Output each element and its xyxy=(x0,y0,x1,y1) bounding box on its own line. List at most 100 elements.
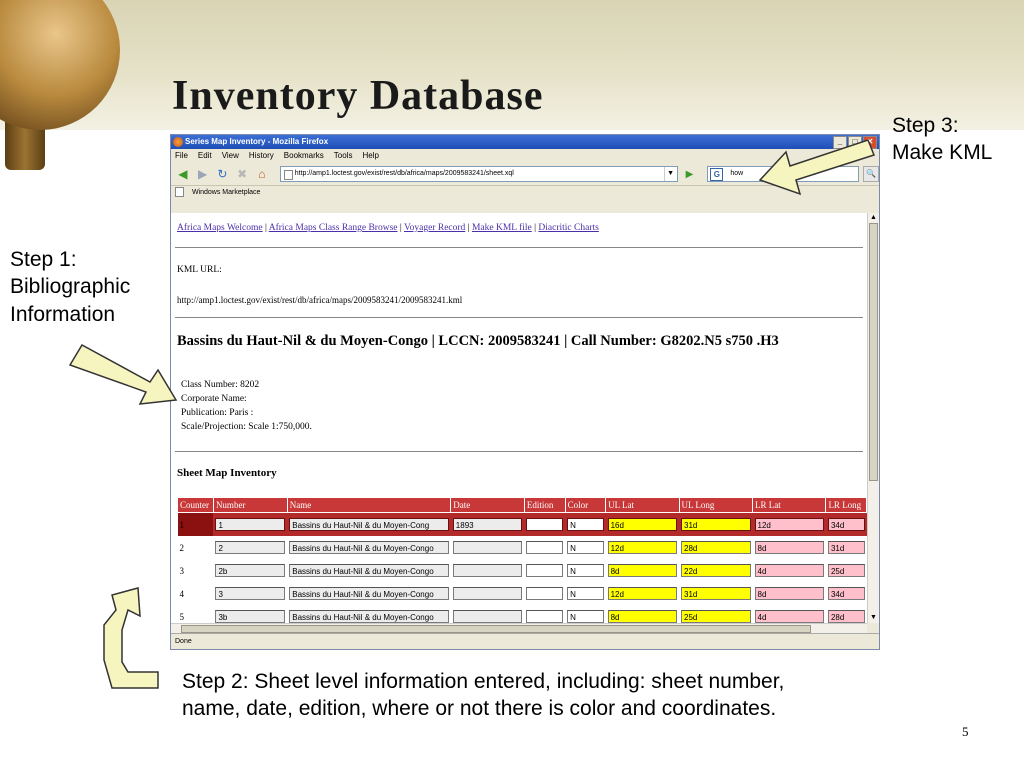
date-input[interactable] xyxy=(452,587,523,600)
maximize-button[interactable]: □ xyxy=(848,136,862,149)
vertical-scroll-thumb[interactable] xyxy=(869,223,878,481)
link-diacritic-charts[interactable]: Diacritic Charts xyxy=(538,223,598,233)
edition-input[interactable] xyxy=(526,541,564,554)
color-input[interactable]: N xyxy=(567,518,604,531)
cell-color: N xyxy=(565,512,606,536)
scroll-down-icon[interactable]: ▼ xyxy=(869,614,878,622)
horizontal-scroll-thumb[interactable] xyxy=(181,625,811,633)
date-input[interactable] xyxy=(452,564,523,577)
menu-bookmarks[interactable]: Bookmarks xyxy=(284,149,324,163)
menu-history[interactable]: History xyxy=(249,149,274,163)
table-row: 2 2 Bassins du Haut-Nil & du Moyen-Congo N 1… xyxy=(178,536,867,559)
ul-long-input[interactable]: 31d xyxy=(681,587,751,600)
lr-lat-input[interactable]: 8d xyxy=(754,541,824,554)
col-name: Name xyxy=(286,497,452,513)
name-input[interactable]: Bassins du Haut-Nil & du Moyen-Congo xyxy=(289,587,449,600)
ul-lat-input[interactable]: 16d xyxy=(607,518,678,531)
name-input[interactable]: Bassins du Haut-Nil & du Moyen-Congo xyxy=(289,541,449,554)
number-input[interactable]: 3 xyxy=(215,587,286,600)
ul-long-input[interactable]: 31d xyxy=(681,518,751,531)
date-input[interactable]: 1893 xyxy=(452,518,523,531)
stop-icon[interactable]: ✖ xyxy=(234,166,250,182)
ul-long-input[interactable]: 25d xyxy=(681,610,751,623)
ul-long-input[interactable]: 28d xyxy=(681,541,751,554)
ul-lat-input[interactable]: 12d xyxy=(607,541,678,554)
bibliographic-info: Class Number: 8202 Corporate Name: Publi… xyxy=(181,378,312,434)
ul-lat-input[interactable]: 12d xyxy=(607,587,678,600)
lr-long-input[interactable]: 31d xyxy=(827,541,865,554)
edition-input[interactable] xyxy=(526,564,564,577)
cell-lr-lat: 8d xyxy=(753,582,826,605)
bookmark-windows-marketplace[interactable]: Windows Marketplace xyxy=(192,189,260,196)
edition-input[interactable] xyxy=(526,518,564,531)
menu-file[interactable]: File xyxy=(175,149,188,163)
ul-lat-input[interactable]: 8d xyxy=(607,564,678,577)
cell-lr-long: 31d xyxy=(826,536,867,559)
forward-icon[interactable]: ▶ xyxy=(195,166,211,182)
menu-view[interactable]: View xyxy=(222,149,239,163)
scroll-up-icon[interactable]: ▲ xyxy=(869,214,878,222)
vertical-scrollbar[interactable]: ▲ ▼ xyxy=(867,213,879,623)
lr-long-input[interactable]: 34d xyxy=(827,587,865,600)
menu-bar: File Edit View History Bookmarks Tools H… xyxy=(171,149,879,163)
lr-long-input[interactable]: 34d xyxy=(827,518,865,531)
cell-counter: 5 xyxy=(179,611,185,622)
step1-arrow-icon xyxy=(68,343,178,405)
name-input[interactable]: Bassins du Haut-Nil & du Moyen-Congo xyxy=(289,610,449,623)
edition-input[interactable] xyxy=(526,610,564,623)
close-button[interactable]: ✕ xyxy=(863,136,877,149)
color-input[interactable]: N xyxy=(567,541,604,554)
lr-lat-input[interactable]: 4d xyxy=(754,564,824,577)
lr-long-input[interactable]: 28d xyxy=(827,610,865,623)
color-input[interactable]: N xyxy=(567,587,604,600)
step2-callout: Step 2: Sheet level information entered,… xyxy=(182,670,785,721)
ul-long-input[interactable]: 22d xyxy=(681,564,751,577)
page-icon xyxy=(283,170,293,180)
reload-icon[interactable]: ↻ xyxy=(215,166,231,182)
bookmarks-toolbar: Windows Marketplace xyxy=(171,185,879,200)
number-input[interactable]: 3b xyxy=(215,610,286,623)
lr-lat-input[interactable]: 4d xyxy=(754,610,824,623)
cell-ul-lat: 12d xyxy=(606,536,679,559)
lr-lat-input[interactable]: 8d xyxy=(754,587,824,600)
ul-lat-input[interactable]: 8d xyxy=(607,610,678,623)
bookmark-page-icon xyxy=(175,187,184,198)
link-africa-maps-welcome[interactable]: Africa Maps Welcome xyxy=(177,223,263,233)
date-input[interactable] xyxy=(452,541,523,554)
cell-number: 3 xyxy=(213,582,287,605)
search-field[interactable]: G how een shots xyxy=(707,166,860,182)
status-bar: Done xyxy=(171,633,879,649)
number-input[interactable]: 1 xyxy=(215,518,286,531)
number-input[interactable]: 2b xyxy=(215,564,286,577)
lr-lat-input[interactable]: 12d xyxy=(754,518,824,531)
lr-long-input[interactable]: 25d xyxy=(827,564,865,577)
name-input[interactable]: Bassins du Haut-Nil & du Moyen-Congo xyxy=(289,564,449,577)
status-text: Done xyxy=(175,638,192,645)
menu-help[interactable]: Help xyxy=(362,149,378,163)
color-input[interactable]: N xyxy=(567,610,604,623)
color-input[interactable]: N xyxy=(567,564,604,577)
search-icon[interactable]: 🔍 xyxy=(863,166,879,182)
url-dropdown-icon[interactable]: ▼ xyxy=(663,167,677,181)
link-class-range-browse[interactable]: Africa Maps Class Range Browse xyxy=(269,223,398,233)
link-voyager-record[interactable]: Voyager Record xyxy=(404,223,465,233)
minimize-button[interactable]: _ xyxy=(833,136,847,149)
url-bar[interactable]: http://amp1.loctest.gov/exist/rest/db/af… xyxy=(279,166,678,182)
number-input[interactable]: 2 xyxy=(215,541,286,554)
cell-name: Bassins du Haut-Nil & du Moyen-Cong xyxy=(287,512,451,536)
go-icon[interactable]: ▶ xyxy=(682,166,698,182)
page-content: Africa Maps Welcome | Africa Maps Class … xyxy=(171,213,867,623)
date-input[interactable] xyxy=(452,610,523,623)
edition-input[interactable] xyxy=(526,587,564,600)
menu-edit[interactable]: Edit xyxy=(198,149,212,163)
home-icon[interactable]: ⌂ xyxy=(254,166,270,182)
browser-window: Series Map Inventory - Mozilla Firefox _… xyxy=(170,134,880,650)
name-input[interactable]: Bassins du Haut-Nil & du Moyen-Cong xyxy=(289,518,449,531)
sheet-inventory-table: Counter Number Name Date Edition Color U… xyxy=(177,497,867,623)
cell-edition xyxy=(524,559,565,582)
menu-tools[interactable]: Tools xyxy=(334,149,353,163)
back-icon[interactable]: ◀ xyxy=(175,166,191,182)
google-icon[interactable]: G xyxy=(710,168,724,181)
link-make-kml-file[interactable]: Make KML file xyxy=(472,223,532,233)
url-text: http://amp1.loctest.gov/exist/rest/db/af… xyxy=(294,170,514,177)
